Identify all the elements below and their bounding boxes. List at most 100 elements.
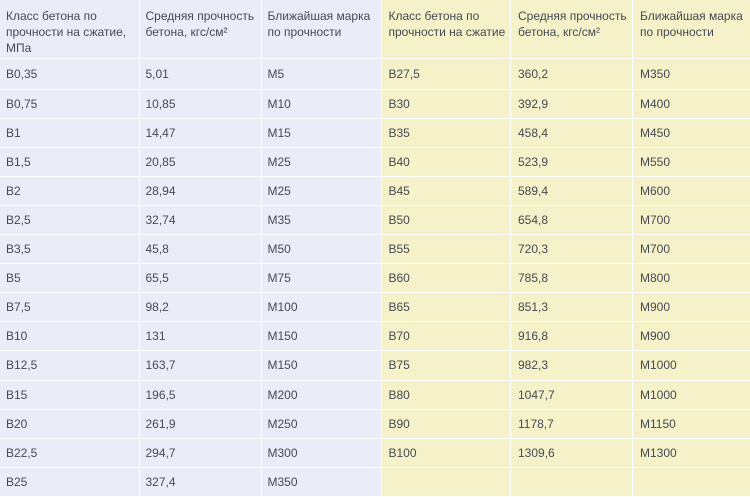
- cell-grade: M300: [261, 438, 382, 468]
- cell-class: B10: [0, 321, 140, 352]
- table-row: B15 196,5 M200: [0, 380, 382, 410]
- table-row: B27,5 360,2 M350: [381, 58, 750, 90]
- cell-grade: M900: [632, 321, 750, 352]
- header-class: Класс бетона по прочности на сжатие, МПа: [0, 0, 140, 59]
- cell-strength: 45,8: [139, 234, 262, 265]
- cell-grade: M150: [261, 321, 382, 352]
- cell-class: B1: [0, 118, 140, 148]
- cell-class: B80: [381, 380, 511, 410]
- header-row: Класс бетона по прочности на сжатие Сред…: [381, 0, 750, 59]
- cell-grade: M1150: [632, 409, 750, 439]
- table-row: B7,5 98,2 M100: [0, 292, 382, 323]
- table-row: B55 720,3 M700: [381, 234, 750, 265]
- cell-class: B27,5: [381, 58, 511, 90]
- cell-class: B40: [381, 147, 511, 177]
- cell-strength: 458,4: [510, 118, 633, 148]
- table-row: B1,5 20,85 M25: [0, 147, 382, 177]
- table-row: B100 1309,6 M1300: [381, 438, 750, 468]
- table-right-half: Класс бетона по прочности на сжатие Сред…: [381, 0, 750, 497]
- cell-strength: 654,8: [510, 205, 633, 236]
- cell-class: B60: [381, 263, 511, 294]
- cell-class: B30: [381, 89, 511, 119]
- cell-class: B20: [0, 409, 140, 439]
- cell-class: [381, 467, 511, 497]
- cell-strength: 65,5: [139, 263, 262, 294]
- cell-strength: 196,5: [139, 380, 262, 410]
- cell-strength: 163,7: [139, 350, 262, 381]
- cell-grade: M550: [632, 147, 750, 177]
- cell-strength: 261,9: [139, 409, 262, 439]
- cell-strength: 20,85: [139, 147, 262, 177]
- table-row: B25 327,4 M350: [0, 467, 382, 497]
- table-left-half: Класс бетона по прочности на сжатие, МПа…: [0, 0, 382, 497]
- cell-class: B90: [381, 409, 511, 439]
- cell-grade: [632, 467, 750, 497]
- header-grade: Ближайшая марка по прочности: [632, 0, 750, 59]
- cell-class: B65: [381, 292, 511, 323]
- cell-class: B50: [381, 205, 511, 236]
- cell-grade: M350: [261, 467, 382, 497]
- cell-grade: M400: [632, 89, 750, 119]
- table-row: [381, 467, 750, 497]
- table-row: B22,5 294,7 M300: [0, 438, 382, 468]
- table-row: B50 654,8 M700: [381, 205, 750, 236]
- cell-strength: 32,74: [139, 205, 262, 236]
- cell-grade: M75: [261, 263, 382, 294]
- cell-strength: 10,85: [139, 89, 262, 119]
- table-row: B1 14,47 M15: [0, 118, 382, 148]
- cell-strength: 5,01: [139, 58, 262, 90]
- cell-strength: 523,9: [510, 147, 633, 177]
- cell-grade: M50: [261, 234, 382, 265]
- header-strength: Средняя прочность бетона, кгс/см²: [510, 0, 633, 59]
- cell-grade: M25: [261, 176, 382, 206]
- cell-grade: M10: [261, 89, 382, 119]
- cell-class: B100: [381, 438, 511, 468]
- cell-strength: 1047,7: [510, 380, 633, 410]
- cell-grade: M200: [261, 380, 382, 410]
- cell-grade: M600: [632, 176, 750, 206]
- table-row: B10 131 M150: [0, 321, 382, 352]
- cell-strength: 392,9: [510, 89, 633, 119]
- table-row: B3,5 45,8 M50: [0, 234, 382, 265]
- cell-grade: M15: [261, 118, 382, 148]
- cell-grade: M1300: [632, 438, 750, 468]
- cell-grade: M250: [261, 409, 382, 439]
- cell-strength: 1178,7: [510, 409, 633, 439]
- table-row: B40 523,9 M550: [381, 147, 750, 177]
- table-row: B0,35 5,01 M5: [0, 58, 382, 90]
- concrete-grade-table: Класс бетона по прочности на сжатие, МПа…: [0, 0, 750, 497]
- table-row: B80 1047,7 M1000: [381, 380, 750, 410]
- header-grade: Ближайшая марка по прочности: [261, 0, 382, 59]
- table-row: B90 1178,7 M1150: [381, 409, 750, 439]
- table-row: B2,5 32,74 M35: [0, 205, 382, 236]
- cell-strength: 1309,6: [510, 438, 633, 468]
- cell-class: B45: [381, 176, 511, 206]
- cell-strength: 785,8: [510, 263, 633, 294]
- cell-strength: 327,4: [139, 467, 262, 497]
- table-row: B60 785,8 M800: [381, 263, 750, 294]
- cell-strength: 360,2: [510, 58, 633, 90]
- cell-grade: M5: [261, 58, 382, 90]
- cell-class: B0,75: [0, 89, 140, 119]
- cell-strength: 589,4: [510, 176, 633, 206]
- table-row: B35 458,4 M450: [381, 118, 750, 148]
- table-row: B70 916,8 M900: [381, 321, 750, 352]
- cell-class: B25: [0, 467, 140, 497]
- table-row: B0,75 10,85 M10: [0, 89, 382, 119]
- cell-grade: M100: [261, 292, 382, 323]
- cell-strength: 294,7: [139, 438, 262, 468]
- cell-strength: 131: [139, 321, 262, 352]
- cell-class: B15: [0, 380, 140, 410]
- cell-grade: M350: [632, 58, 750, 90]
- cell-strength: 720,3: [510, 234, 633, 265]
- cell-grade: M150: [261, 350, 382, 381]
- cell-grade: M1000: [632, 350, 750, 381]
- table-row: B45 589,4 M600: [381, 176, 750, 206]
- cell-strength: 982,3: [510, 350, 633, 381]
- table-row: B65 851,3 M900: [381, 292, 750, 323]
- cell-grade: M900: [632, 292, 750, 323]
- table-left-body: B0,35 5,01 M5 B0,75 10,85 M10 B1 14,47 M15 B1,5 20…: [0, 58, 382, 497]
- cell-grade: M1000: [632, 380, 750, 410]
- header-strength: Средняя прочность бетона, кгс/см²: [139, 0, 262, 59]
- table-row: B12,5 163,7 M150: [0, 350, 382, 381]
